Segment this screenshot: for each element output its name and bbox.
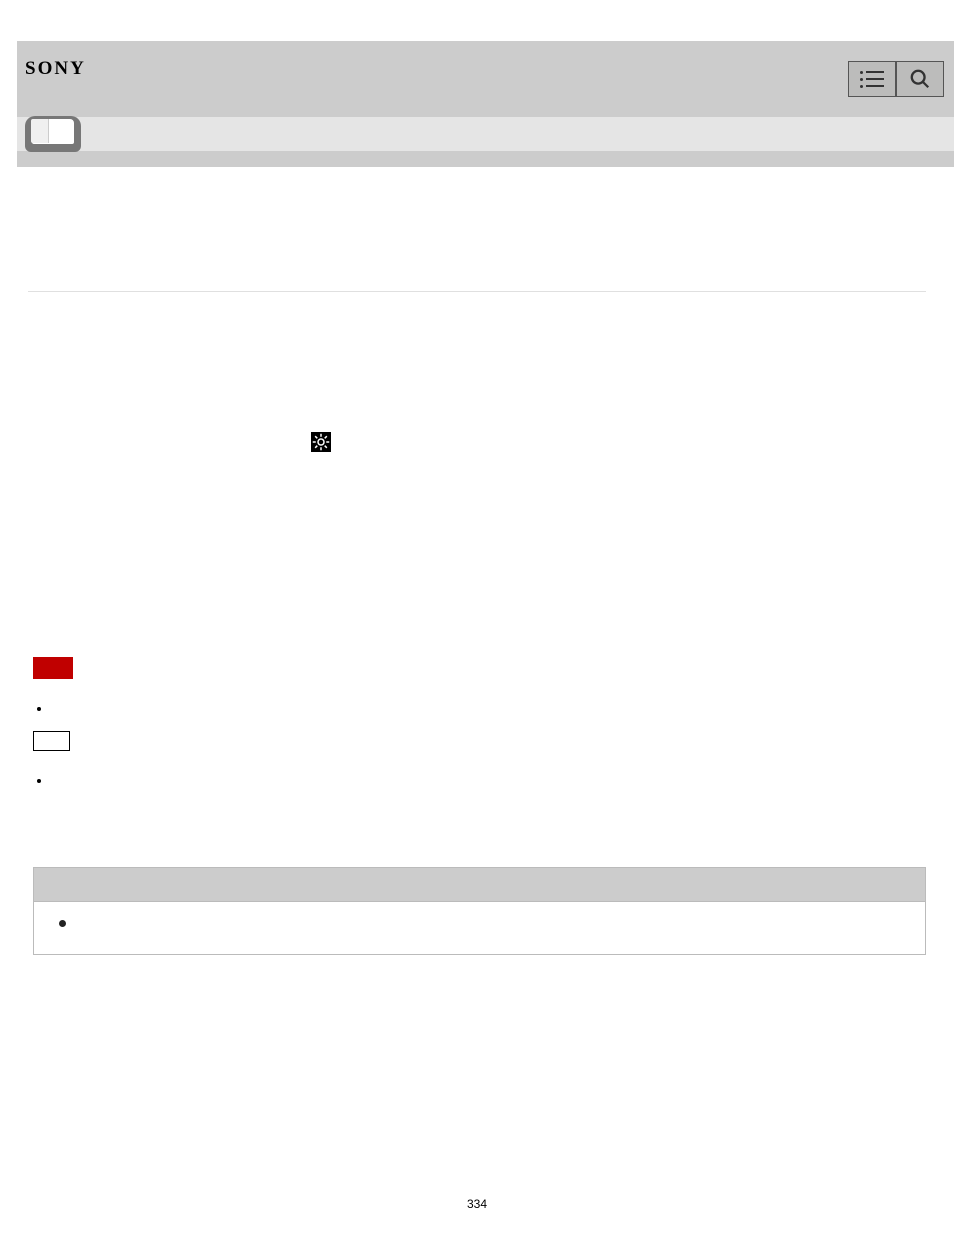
search-button[interactable] [896,61,944,97]
note-header [34,868,925,902]
menu-button[interactable] [848,61,896,97]
subheader [17,117,954,151]
outline-label [33,731,70,751]
gear-icon [311,432,331,452]
header: SONY [17,41,954,117]
book-icon [25,116,81,152]
bullet-icon [59,920,66,927]
header-buttons [848,61,944,97]
bullet-icon [37,779,41,783]
divider [28,291,926,292]
page-number: 334 [28,1197,926,1211]
list-icon [860,71,884,88]
note-body [34,902,925,954]
sony-logo: SONY [25,58,86,80]
red-label [33,657,73,679]
subheader-bottom [17,151,954,167]
search-icon [909,68,931,90]
bullet-icon [37,707,41,711]
note-box [33,867,926,955]
